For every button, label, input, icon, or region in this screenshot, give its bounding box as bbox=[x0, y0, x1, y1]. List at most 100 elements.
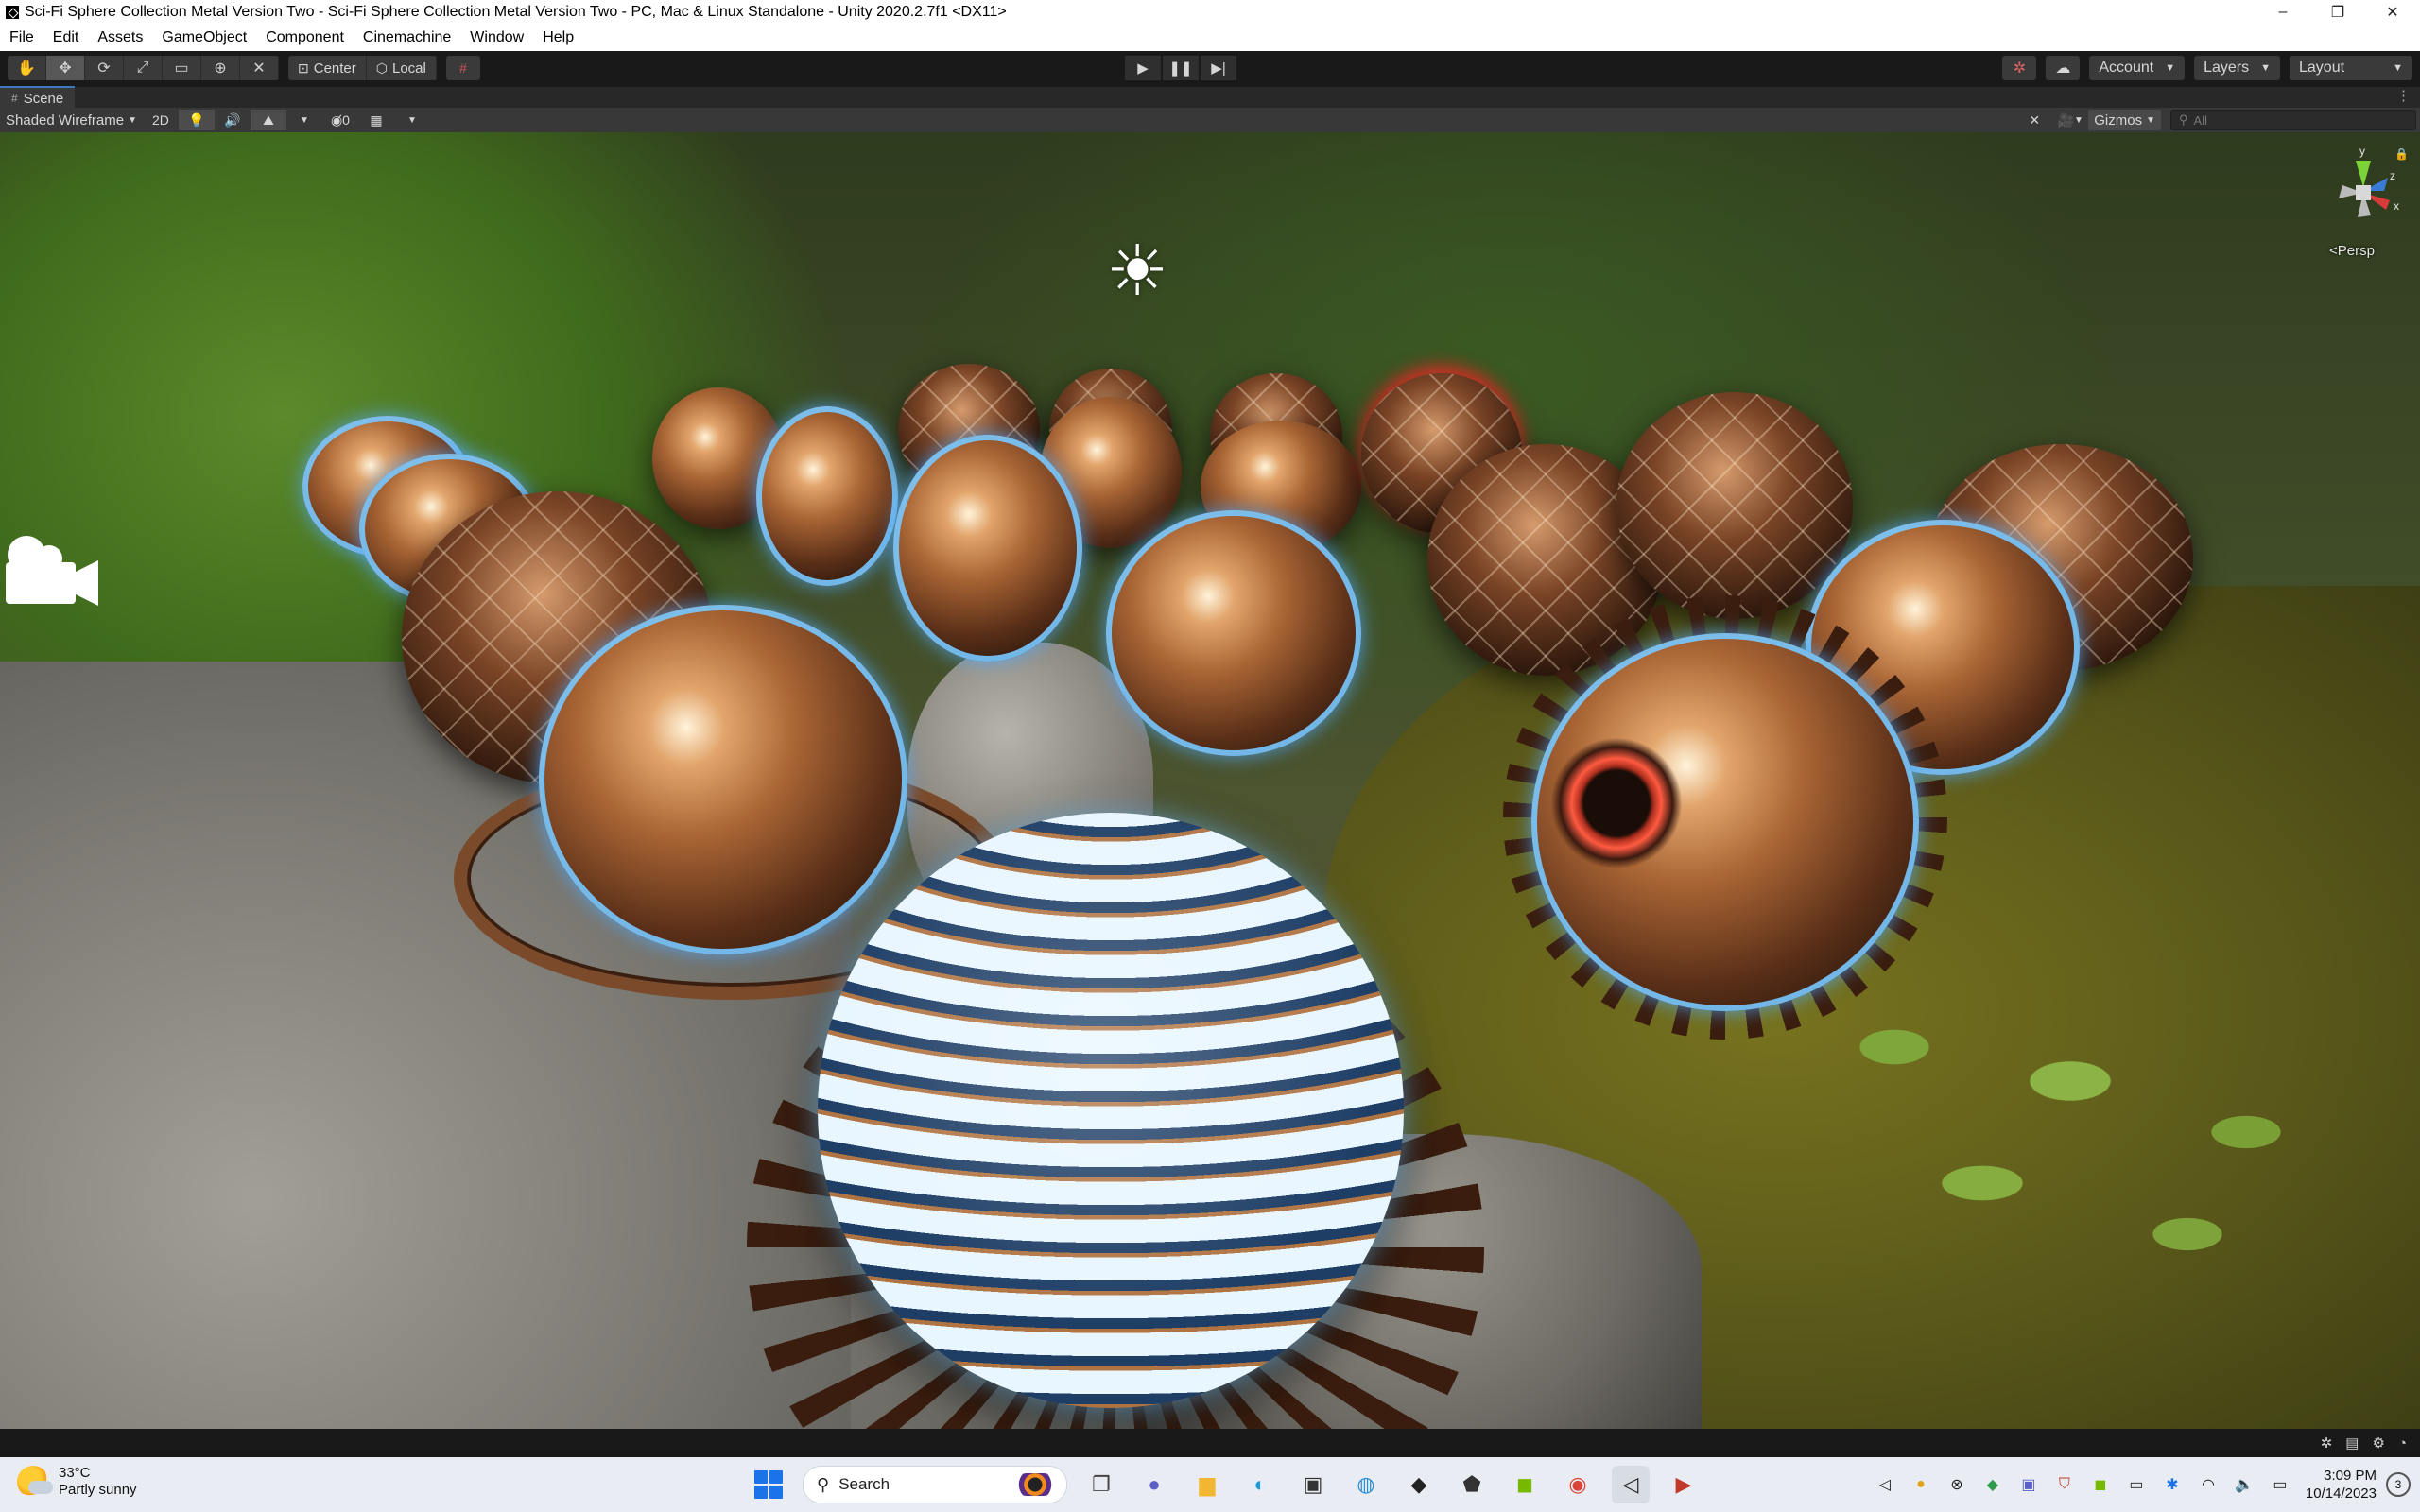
effects-dropdown[interactable]: ▼ bbox=[286, 110, 322, 130]
collab-status-icon[interactable]: ◔ bbox=[2398, 1435, 2407, 1452]
system-tray: ◁ ● ⊗ ◆ ▣ ⛉ ◼ ▭ ✱ ◠ 🔈 ▭ 3:09 PM 10/14/20… bbox=[1867, 1466, 2411, 1503]
security-tray-icon[interactable]: ⛉ bbox=[2050, 1470, 2079, 1499]
grid-dropdown[interactable]: ▼ bbox=[394, 110, 430, 130]
tools-button[interactable]: ✕ bbox=[2016, 110, 2052, 130]
notifications-badge[interactable]: 3 bbox=[2386, 1472, 2411, 1497]
task-view-icon[interactable]: ❐ bbox=[1082, 1466, 1120, 1503]
rotate-tool-icon[interactable]: ⟳ bbox=[85, 56, 124, 80]
directional-light-icon[interactable]: ☀ bbox=[1099, 233, 1175, 309]
draw-mode-dropdown[interactable]: Shaded Wireframe ▼ bbox=[0, 110, 143, 130]
lighting-toggle[interactable]: 💡 bbox=[178, 110, 215, 130]
unity-app-icon[interactable]: ◁ bbox=[1612, 1466, 1650, 1503]
clock-date: 10/14/2023 bbox=[2305, 1486, 2377, 1502]
app-tray-icon[interactable]: ● bbox=[1907, 1470, 1935, 1499]
battery-icon[interactable]: ▭ bbox=[2266, 1470, 2294, 1499]
gizmos-dropdown[interactable]: Gizmos ▼ bbox=[2088, 110, 2161, 130]
menu-file[interactable]: File bbox=[0, 25, 43, 51]
teams-chat-icon[interactable]: ● bbox=[1135, 1466, 1173, 1503]
local-space-icon: ⬡ bbox=[375, 60, 388, 76]
pivot-mode-button[interactable]: ⊡ Center bbox=[288, 56, 367, 80]
wifi-icon[interactable]: ◠ bbox=[2194, 1470, 2222, 1499]
shield-app-icon[interactable]: ⬟ bbox=[1453, 1466, 1491, 1503]
audio-toggle[interactable]: 🔊 bbox=[215, 110, 251, 130]
transform-tool-icon[interactable]: ⊕ bbox=[201, 56, 240, 80]
menu-help[interactable]: Help bbox=[533, 25, 583, 51]
rect-tool-icon[interactable]: ▭ bbox=[163, 56, 201, 80]
menu-assets[interactable]: Assets bbox=[88, 25, 152, 51]
menu-component[interactable]: Component bbox=[256, 25, 354, 51]
sphere-object[interactable] bbox=[893, 435, 1082, 662]
sphere-object[interactable] bbox=[756, 406, 898, 586]
file-explorer-icon[interactable]: ▆ bbox=[1188, 1466, 1226, 1503]
menu-window[interactable]: Window bbox=[460, 25, 533, 51]
volume-icon[interactable]: 🔈 bbox=[2230, 1470, 2258, 1499]
scene-viewport[interactable]: ☀ y z x <Persp 🔒 bbox=[0, 132, 2420, 1429]
scale-tool-icon[interactable]: ⤢ bbox=[124, 56, 163, 80]
play-button[interactable]: ▶ bbox=[1125, 56, 1161, 80]
scene-search-input[interactable]: ⚲ All bbox=[2170, 110, 2416, 130]
chevron-down-icon: ▼ bbox=[2165, 62, 2176, 74]
nvidia-tray-icon[interactable]: ◼ bbox=[2086, 1470, 2115, 1499]
layers-dropdown[interactable]: Layers ▼ bbox=[2194, 56, 2280, 80]
taskbar-search-label: Search bbox=[838, 1475, 890, 1493]
camera-settings-button[interactable]: 🎥 ▼ bbox=[2052, 110, 2088, 130]
nvidia-icon[interactable]: ◼ bbox=[1506, 1466, 1544, 1503]
media-player-icon[interactable]: ▶ bbox=[1665, 1466, 1703, 1503]
pause-button[interactable]: ❚❚ bbox=[1163, 56, 1199, 80]
gizmos-label: Gizmos bbox=[2094, 112, 2143, 129]
bluetooth-icon[interactable]: ✱ bbox=[2158, 1470, 2187, 1499]
clock[interactable]: 3:09 PM 10/14/2023 bbox=[2306, 1467, 2377, 1503]
alien-app-icon[interactable]: ◆ bbox=[1400, 1466, 1438, 1503]
teams-tray-icon[interactable]: ▣ bbox=[2014, 1470, 2043, 1499]
edge-browser-icon[interactable]: ◐ bbox=[1241, 1466, 1279, 1503]
chevron-down-icon: ▼ bbox=[2074, 114, 2083, 126]
projection-label[interactable]: <Persp bbox=[2329, 243, 2375, 259]
close-button[interactable]: ✕ bbox=[2365, 0, 2420, 25]
tab-scene[interactable]: # Scene bbox=[0, 86, 76, 109]
menu-edit[interactable]: Edit bbox=[43, 25, 89, 51]
custom-tool-icon[interactable]: ✕ bbox=[240, 56, 279, 80]
progress-icon[interactable]: ▤ bbox=[2345, 1435, 2359, 1452]
maximize-button[interactable]: ❐ bbox=[2310, 0, 2365, 25]
menu-cinemachine[interactable]: Cinemachine bbox=[354, 25, 460, 51]
chrome-icon[interactable]: ◉ bbox=[1559, 1466, 1597, 1503]
gizmo-x-label: x bbox=[2394, 199, 2399, 213]
store-icon[interactable]: ▣ bbox=[1294, 1466, 1332, 1503]
hidden-objects-toggle[interactable]: ◉̸ 0 bbox=[322, 110, 358, 130]
debug-icon[interactable]: ✲ bbox=[2321, 1435, 2333, 1452]
start-button[interactable] bbox=[750, 1466, 787, 1503]
sphere-object[interactable] bbox=[818, 813, 1404, 1408]
xbox-icon[interactable]: ⊗ bbox=[1943, 1470, 1971, 1499]
sphere-object[interactable] bbox=[539, 605, 908, 954]
cloud-button[interactable]: ☁ bbox=[2046, 56, 2081, 80]
toggle-2d-button[interactable]: 2D bbox=[143, 110, 179, 130]
grid-snap-button[interactable]: # bbox=[445, 56, 480, 80]
menu-gameobject[interactable]: GameObject bbox=[152, 25, 256, 51]
pivot-rotation-button[interactable]: ⬡ Local bbox=[367, 56, 437, 80]
weather-widget[interactable]: 33°C Partly sunny bbox=[17, 1465, 137, 1499]
more-options-icon[interactable]: ⋮ bbox=[2396, 87, 2411, 104]
move-tool-icon[interactable]: ✥ bbox=[46, 56, 85, 80]
camera-gizmo-icon[interactable] bbox=[0, 534, 100, 610]
collab-button[interactable]: ✲ bbox=[2002, 56, 2037, 80]
lock-icon[interactable]: 🔒 bbox=[2394, 147, 2409, 161]
grid-toggle[interactable]: ▦ bbox=[358, 110, 394, 130]
sphere-object[interactable] bbox=[1616, 392, 1853, 619]
taskbar-search[interactable]: ⚲ Search bbox=[803, 1466, 1067, 1503]
lightbulb-icon: 💡 bbox=[188, 112, 205, 128]
effects-toggle[interactable]: ⛰ bbox=[250, 110, 286, 130]
sphere-object[interactable] bbox=[1106, 510, 1361, 756]
globe-app-icon[interactable]: ◍ bbox=[1347, 1466, 1385, 1503]
gpu-tray-icon[interactable]: ◆ bbox=[1979, 1470, 2007, 1499]
step-button[interactable]: ▶| bbox=[1201, 56, 1236, 80]
minimize-button[interactable]: – bbox=[2256, 0, 2310, 25]
unity-tray-icon[interactable]: ◁ bbox=[1871, 1470, 1899, 1499]
partly-sunny-icon bbox=[17, 1466, 53, 1498]
lighting-bake-icon[interactable]: ⚙ bbox=[2372, 1435, 2384, 1452]
main-toolbar: ✋ ✥ ⟳ ⤢ ▭ ⊕ ✕ ⊡ Center ⬡ Local # ▶ ❚❚ ▶| ✲… bbox=[0, 51, 2420, 85]
layout-dropdown[interactable]: Layout ▼ bbox=[2290, 56, 2412, 80]
account-dropdown[interactable]: Account ▼ bbox=[2089, 56, 2186, 80]
hand-tool-icon[interactable]: ✋ bbox=[8, 56, 46, 80]
display-tray-icon[interactable]: ▭ bbox=[2122, 1470, 2151, 1499]
chevron-down-icon: ▼ bbox=[300, 114, 309, 126]
